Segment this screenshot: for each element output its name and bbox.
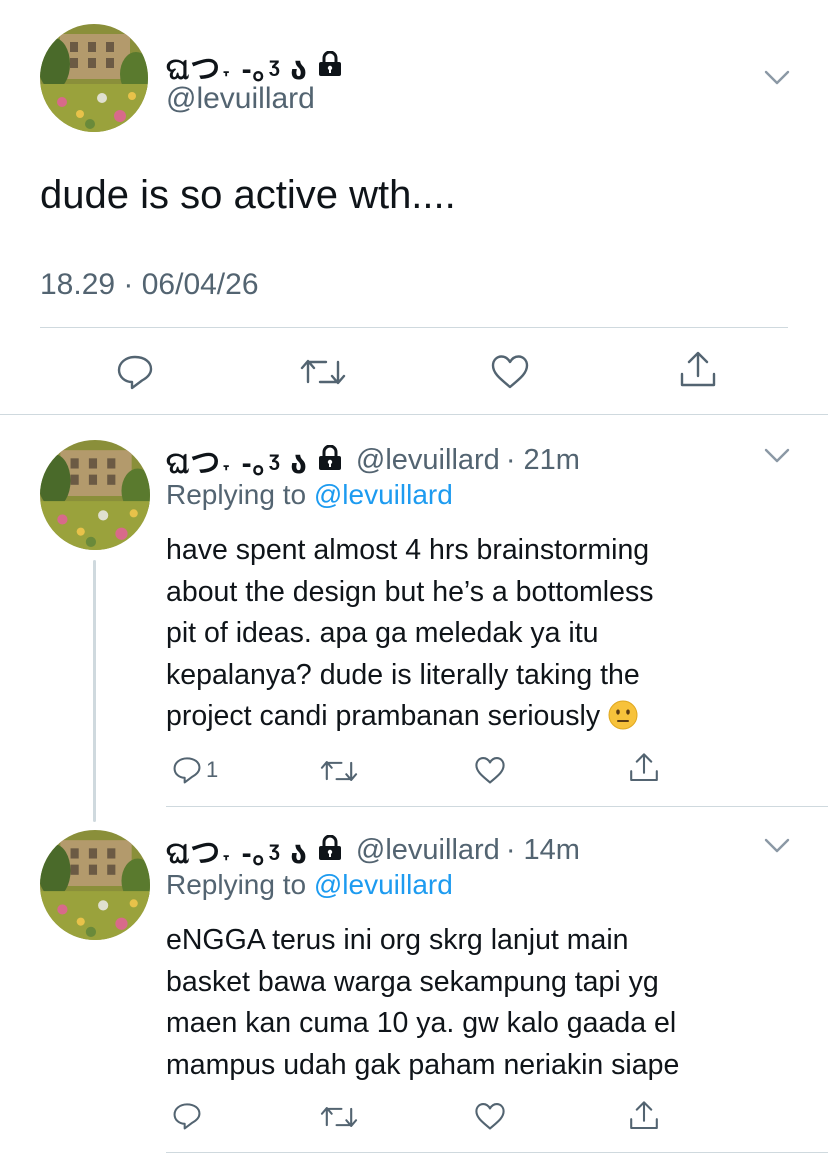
chevron-down-icon[interactable] xyxy=(764,838,790,859)
tweet-line: pit of ideas. apa ga meledak ya itu xyxy=(166,617,599,649)
tweet-time[interactable]: · 21m xyxy=(506,444,580,477)
retweet-button[interactable] xyxy=(300,356,346,388)
replying-mention[interactable]: @levuillard xyxy=(314,479,453,510)
lock-icon xyxy=(316,444,344,476)
share-button[interactable] xyxy=(678,350,718,390)
tweet-line: eNGGA terus ini org skrg lanjut main xyxy=(166,924,629,956)
tweet-line: project candi prambanan seriously xyxy=(166,700,601,732)
chevron-down-icon[interactable] xyxy=(764,70,790,91)
reply-button[interactable] xyxy=(116,354,154,390)
share-button[interactable] xyxy=(628,752,660,784)
tweet-time[interactable]: · 14m xyxy=(506,834,580,867)
tweet-line: have spent almost 4 hrs brainstorming xyxy=(166,534,650,566)
divider xyxy=(0,414,828,415)
avatar[interactable] xyxy=(40,830,150,940)
divider xyxy=(166,1152,828,1153)
tweet-line: maen kan cuma 10 ya. gw kalo gaada el xyxy=(166,1007,677,1039)
lock-icon xyxy=(316,834,344,866)
display-name[interactable]: ଘつ˕ -｡ᶾ ა xyxy=(166,828,308,872)
neutral-face-emoji xyxy=(608,700,638,730)
tweet-text: eNGGA terus ini org skrg lanjut main bas… xyxy=(166,920,786,1086)
share-button[interactable] xyxy=(628,1100,660,1132)
tweet-text: have spent almost 4 hrs brainstorming ab… xyxy=(166,530,786,738)
replying-prefix: Replying to xyxy=(166,869,314,900)
replying-to: Replying to @levuillard xyxy=(166,479,453,511)
handle[interactable]: @levuillard xyxy=(356,834,500,867)
chevron-down-icon[interactable] xyxy=(764,448,790,469)
tweet-line: basket bawa warga sekampung tapi yg xyxy=(166,965,659,998)
tweet-line: about the design but he’s a bottomless xyxy=(166,575,654,608)
tweet-line-with-emoji: project candi prambanan seriously xyxy=(166,696,786,738)
avatar[interactable] xyxy=(40,24,148,132)
tweet-text: dude is so active wth.... xyxy=(40,173,456,217)
reply-count: 1 xyxy=(206,757,219,782)
retweet-button[interactable] xyxy=(320,1104,358,1130)
like-button[interactable] xyxy=(474,756,506,785)
lock-icon xyxy=(316,50,344,82)
replying-to: Replying to @levuillard xyxy=(166,869,453,901)
reply-button[interactable] xyxy=(172,1102,202,1130)
handle[interactable]: @levuillard xyxy=(356,444,500,477)
like-button[interactable] xyxy=(474,1102,506,1131)
tweet-timestamp[interactable]: 18.29 · 06/04/26 xyxy=(40,268,259,302)
divider xyxy=(166,806,828,807)
replying-prefix: Replying to xyxy=(166,479,314,510)
replying-mention[interactable]: @levuillard xyxy=(314,869,453,900)
retweet-button[interactable] xyxy=(320,758,358,784)
reply-button[interactable]: 1 xyxy=(172,756,218,784)
thread-line xyxy=(93,560,96,822)
avatar[interactable] xyxy=(40,440,150,550)
handle[interactable]: @levuillard xyxy=(166,82,315,116)
display-name[interactable]: ଘつ˕ -｡ᶾ ა xyxy=(166,438,308,482)
tweet-line: mampus udah gak paham neriakin siape xyxy=(166,1048,680,1081)
divider xyxy=(40,327,788,328)
tweet-line: kepalanya? dude is literally taking the xyxy=(166,658,640,691)
like-button[interactable] xyxy=(490,354,530,390)
